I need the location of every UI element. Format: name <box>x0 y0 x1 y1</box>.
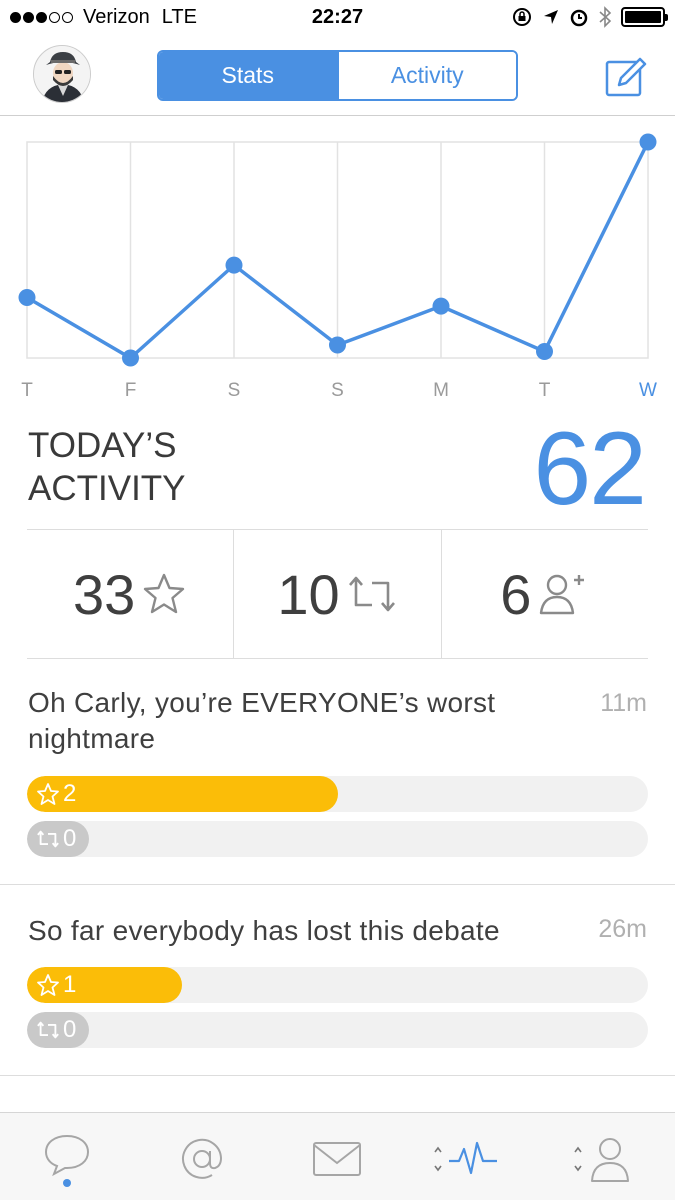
chart-tick-label: T <box>539 380 551 401</box>
status-icons <box>511 6 668 28</box>
retweet-icon <box>348 576 395 612</box>
chart-data-point <box>432 297 450 315</box>
favorites-count: 33 <box>73 562 136 626</box>
retweets-bar: 0 <box>27 821 648 857</box>
chart-tick-label: S <box>331 380 344 401</box>
chart-tick-label: M <box>433 380 449 401</box>
favorites-bar: 2 <box>27 776 648 812</box>
tweet-card[interactable]: So far everybody has lost this debate 26… <box>0 885 675 1076</box>
alarm-icon <box>570 9 588 27</box>
tweet-text-line1: Oh Carly, you’re EVERYONE’s worst <box>28 687 496 718</box>
tweet-text: Oh Carly, you’re EVERYONE’s worst nightm… <box>28 685 495 757</box>
favorites-value: 2 <box>63 780 77 807</box>
battery-icon <box>621 7 668 27</box>
followers-count: 6 <box>500 562 532 626</box>
stats-row: 33 10 6 <box>27 529 648 659</box>
chart-tick-label: S <box>228 380 241 401</box>
chart-tick-label: T <box>21 380 33 401</box>
tab-profile[interactable] <box>557 1121 647 1196</box>
favorites-value: 1 <box>63 971 77 998</box>
favorites-bar-fill: 2 <box>27 776 338 812</box>
chart-data-point <box>225 256 243 274</box>
retweets-bar: 0 <box>27 1012 648 1048</box>
retweets-bar-fill: 0 <box>27 1012 89 1048</box>
avatar[interactable] <box>33 45 91 103</box>
tab-mentions[interactable] <box>157 1121 247 1196</box>
retweets-count: 10 <box>277 562 340 626</box>
followers-stat[interactable]: 6 <box>442 530 648 658</box>
tab-activity[interactable]: Activity <box>336 52 516 99</box>
bluetooth-icon <box>599 6 612 28</box>
activity-line-chart: TFSSMTW <box>18 133 657 401</box>
star-icon <box>37 974 59 996</box>
follower-add-icon <box>540 574 585 615</box>
location-icon <box>544 10 558 24</box>
chart-tick-label: F <box>125 380 137 401</box>
todays-activity-label-line1: TODAY’S <box>28 426 177 465</box>
tweet-age: 11m <box>600 689 647 717</box>
tweet-age: 26m <box>598 915 647 943</box>
star-icon <box>37 783 59 805</box>
mentions-icon <box>182 1138 223 1179</box>
chart-tick-label: W <box>639 380 657 401</box>
retweets-stat[interactable]: 10 <box>234 530 442 658</box>
tweet-text: So far everybody has lost this debate <box>28 913 500 949</box>
nav-bar: Stats Activity <box>0 38 675 116</box>
rotation-lock-icon <box>513 8 531 26</box>
segmented-control: Stats Activity <box>157 50 518 101</box>
todays-activity-value: 62 <box>533 411 647 527</box>
compose-icon[interactable] <box>604 55 648 99</box>
timeline-icon <box>44 1134 90 1187</box>
activity-icon <box>434 1141 497 1174</box>
profile-icon <box>574 1137 629 1182</box>
retweet-icon <box>37 1021 59 1039</box>
retweets-value: 0 <box>63 1016 77 1043</box>
chart-data-point <box>18 289 36 307</box>
tweet-text-line1: So far everybody has lost this debate <box>28 915 500 946</box>
tab-stats[interactable]: Stats <box>159 52 337 99</box>
star-icon <box>144 573 185 614</box>
todays-activity-label: TODAY’S ACTIVITY <box>28 424 328 510</box>
chart-data-point <box>122 349 139 367</box>
favorites-bar: 1 <box>27 967 648 1003</box>
retweet-icon <box>37 830 59 848</box>
tab-activity-stats[interactable] <box>420 1121 510 1196</box>
chart-data-point <box>536 343 553 361</box>
status-bar: Verizon LTE 22:27 <box>0 0 675 38</box>
tab-bar <box>0 1112 675 1200</box>
messages-icon <box>313 1141 361 1176</box>
favorites-stat[interactable]: 33 <box>27 530 235 658</box>
tweet-text-line2: nightmare <box>28 723 156 754</box>
chart-data-point <box>639 133 657 151</box>
tab-timeline[interactable] <box>22 1121 112 1196</box>
retweets-value: 0 <box>63 825 77 852</box>
todays-activity-label-line2: ACTIVITY <box>28 469 186 508</box>
retweets-bar-fill: 0 <box>27 821 89 857</box>
tab-messages[interactable] <box>292 1121 382 1196</box>
favorites-bar-fill: 1 <box>27 967 182 1003</box>
tweet-card[interactable]: Oh Carly, you’re EVERYONE’s worst nightm… <box>0 659 675 885</box>
chart-data-point <box>329 336 346 354</box>
